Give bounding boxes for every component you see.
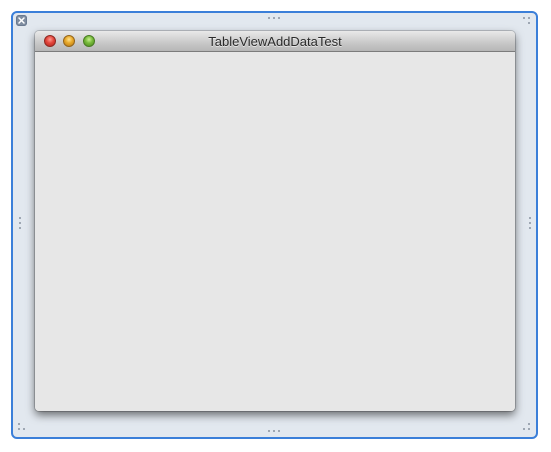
resize-handle-bottom-left[interactable] (18, 423, 26, 431)
window-title: TableViewAddDataTest (208, 34, 342, 49)
resize-handle-left[interactable] (19, 217, 21, 229)
delete-icon[interactable] (16, 15, 27, 26)
resize-handle-bottom-right[interactable] (523, 423, 531, 431)
window-titlebar[interactable]: TableViewAddDataTest (35, 31, 515, 52)
resize-handle-right[interactable] (529, 217, 531, 229)
window-content-area (35, 52, 515, 411)
resize-handle-top[interactable] (268, 17, 280, 19)
app-window: TableViewAddDataTest (35, 31, 515, 411)
resize-handle-top-right[interactable] (523, 17, 531, 25)
resize-handle-bottom[interactable] (268, 430, 280, 432)
